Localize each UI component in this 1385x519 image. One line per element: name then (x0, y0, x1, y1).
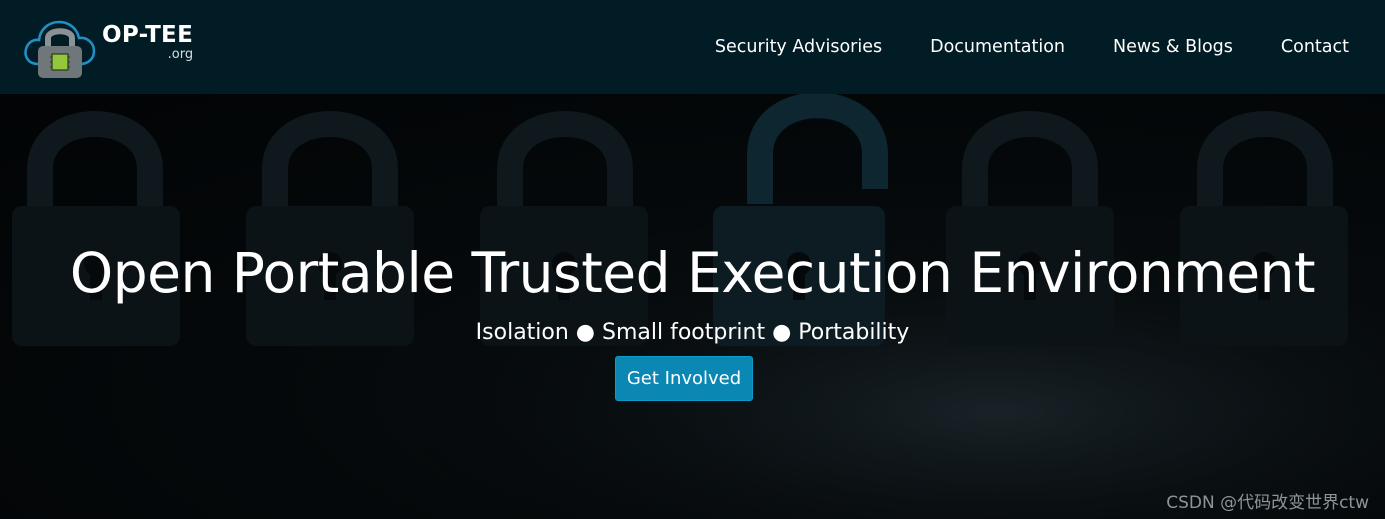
hero-section: Open Portable Trusted Execution Environm… (0, 94, 1385, 519)
brand-name: OP-TEE (102, 22, 194, 48)
cloud-lock-icon (24, 20, 96, 78)
nav-contact[interactable]: Contact (1281, 37, 1349, 57)
padlocks-background-image (0, 94, 1385, 519)
nav-security-advisories[interactable]: Security Advisories (715, 37, 882, 57)
top-navbar: OP-TEE .org Security Advisories Document… (0, 0, 1385, 94)
main-nav: Security Advisories Documentation News &… (667, 0, 1349, 94)
hero-title: Open Portable Trusted Execution Environm… (69, 241, 1316, 305)
csdn-watermark: CSDN @代码改变世界ctw (1166, 493, 1369, 513)
site-logo[interactable]: OP-TEE .org (22, 14, 202, 80)
brand-domain: .org (167, 47, 194, 62)
nav-news-blogs[interactable]: News & Blogs (1113, 37, 1233, 57)
nav-documentation[interactable]: Documentation (930, 37, 1065, 57)
hero-tagline: Isolation ● Small footprint ● Portabilit… (475, 320, 910, 345)
get-involved-button[interactable]: Get Involved (615, 356, 753, 401)
